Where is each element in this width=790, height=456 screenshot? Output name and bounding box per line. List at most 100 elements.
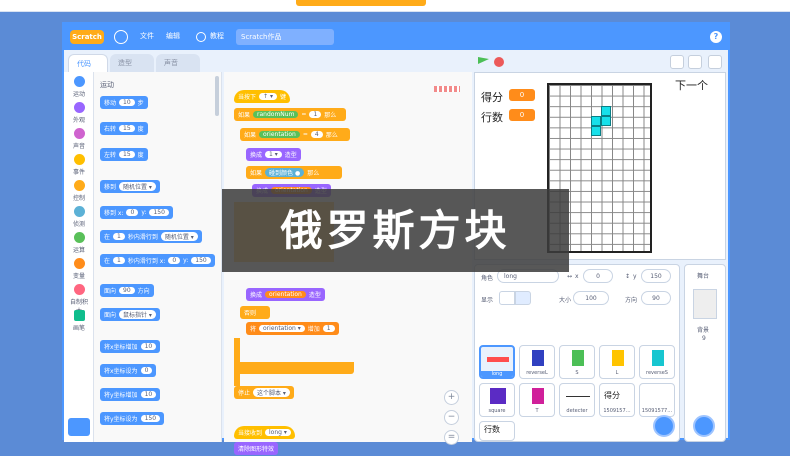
if-block-1[interactable]: 如果 randomNum = 1 那么 — [234, 108, 346, 121]
looks-dot-icon — [73, 102, 85, 113]
zoom-reset-icon[interactable]: = — [444, 430, 459, 445]
category-events[interactable]: 事件 — [68, 154, 90, 176]
sprite-tile-T[interactable]: T — [519, 383, 555, 417]
show-label: 显示 — [481, 297, 494, 304]
sprite-tile-blank[interactable]: 15091577… — [639, 383, 675, 417]
block-go-to-xy[interactable]: 移到 x: 0 y: 150 — [100, 206, 173, 219]
tetromino-cell — [591, 116, 601, 126]
motion-dot-icon — [73, 76, 85, 87]
category-sensing[interactable]: 侦测 — [68, 206, 90, 228]
block-glide-xy[interactable]: 在 1 秒内滑行到 x: 0 y: 150 — [100, 254, 215, 267]
backdrop-thumbnail — [693, 289, 717, 319]
tab-costumes-label: 造型 — [118, 59, 132, 67]
project-title-input[interactable]: Scratch作品 — [236, 29, 334, 45]
when-receive-block[interactable]: 当接收到 long ▾ — [234, 426, 295, 439]
show-eye-icon[interactable] — [499, 291, 515, 305]
category-motion[interactable]: 运动 — [68, 76, 90, 98]
tetromino-cell — [601, 116, 611, 126]
events-dot-icon — [73, 154, 85, 165]
category-label: 事件 — [72, 169, 85, 176]
x-icon: ↔ — [567, 273, 573, 280]
category-looks[interactable]: 外观 — [68, 102, 90, 124]
red-marker — [434, 86, 460, 92]
top-strip — [0, 0, 790, 12]
sprite-tile-S[interactable]: S — [559, 345, 595, 379]
block-change-y[interactable]: 将y坐标增加 10 — [100, 388, 161, 401]
add-extension-button[interactable] — [68, 418, 90, 436]
menu-file[interactable]: 文件 — [140, 31, 154, 41]
stop-block[interactable]: 停止 这个脚本 ▾ — [234, 386, 294, 399]
block-turn-left[interactable]: 左转 15 度 — [100, 148, 148, 161]
zoom-out-icon[interactable]: − — [444, 410, 459, 425]
category-sound[interactable]: 声音 — [68, 128, 90, 150]
green-flag-icon[interactable] — [478, 57, 489, 64]
block-palette: 运动 移动 10 步 右转 15 度 左转 15 度 移到 随机位置 ▾ 移到 x: 0 y: 15… — [94, 72, 222, 442]
palette-scrollbar[interactable] — [215, 76, 219, 116]
variables-dot-icon — [73, 258, 85, 269]
switch-costume-orientation-2[interactable]: 换成 orientation 造型 — [246, 288, 325, 301]
category-label: 画笔 — [72, 325, 85, 332]
lines-sprite-text: 行数 — [484, 425, 500, 434]
sound-dot-icon — [73, 128, 85, 139]
block-turn-right[interactable]: 右转 15 度 — [100, 122, 148, 135]
block-set-x[interactable]: 将x坐标设为 0 — [100, 364, 157, 377]
zoom-in-icon[interactable]: + — [444, 390, 459, 405]
scratch-logo[interactable]: Scratch — [70, 30, 104, 44]
category-label: 侦测 — [72, 221, 85, 228]
sprite-tile-L[interactable]: L — [599, 345, 635, 379]
add-sprite-icon[interactable] — [653, 415, 675, 437]
category-control[interactable]: 控制 — [68, 180, 90, 202]
tab-code-label: 代码 — [77, 60, 91, 68]
change-variable-block[interactable]: 将 orientation ▾ 增加 1 — [246, 322, 339, 335]
detecter-line-icon — [566, 396, 590, 397]
switch-costume-block[interactable]: 换成 1 ▾ 造型 — [246, 148, 301, 161]
small-stage-icon[interactable] — [670, 55, 684, 69]
tab-code[interactable]: 代码 — [68, 54, 108, 72]
c-block-foot — [234, 362, 354, 374]
sprite-tile-reverseS[interactable]: reverseS — [639, 345, 675, 379]
block-glide[interactable]: 在 1 秒内滑行到 随机位置 ▾ — [100, 230, 202, 243]
stage-selector[interactable]: 舞台 背景 9 — [684, 264, 726, 442]
sprite-tile-reverseL[interactable]: reverseL — [519, 345, 555, 379]
score-label: 得分 — [481, 91, 503, 104]
tetromino-cell — [601, 106, 611, 116]
x-input[interactable]: 0 — [583, 269, 613, 283]
block-point-towards[interactable]: 面向 鼠标指针 ▾ — [100, 308, 160, 321]
block-point-direction[interactable]: 面向 90 方向 — [100, 284, 154, 297]
add-backdrop-icon[interactable] — [693, 415, 715, 437]
if-block-2[interactable]: 如果 orientation = 4 那么 — [240, 128, 350, 141]
block-move[interactable]: 移动 10 步 — [100, 96, 148, 109]
block-set-y[interactable]: 将y坐标设为 150 — [100, 412, 165, 425]
when-key-pressed-block[interactable]: 当按下 ↑ ▾ 键 — [234, 90, 290, 103]
globe-icon[interactable] — [114, 30, 128, 44]
sprite-tile-detecter[interactable]: detecter — [559, 383, 595, 417]
if-touching-color-block[interactable]: 如果 碰到颜色 ● 那么 — [246, 166, 342, 179]
category-variables[interactable]: 变量 — [68, 258, 90, 280]
sprite-tile-square[interactable]: square — [479, 383, 515, 417]
sprite-tile-long[interactable]: long — [479, 345, 515, 379]
backdrop-count: 9 — [702, 335, 706, 342]
sprite-tile-lines[interactable]: 行数 — [479, 421, 515, 441]
category-label: 声音 — [72, 143, 85, 150]
sprite-tile-score[interactable]: 得分 1509157… — [599, 383, 635, 417]
y-input[interactable]: 150 — [641, 269, 671, 283]
direction-input[interactable]: 90 — [641, 291, 671, 305]
block-go-to[interactable]: 移到 随机位置 ▾ — [100, 180, 160, 193]
fullscreen-icon[interactable] — [708, 55, 722, 69]
hide-eye-icon[interactable] — [515, 291, 531, 305]
block-change-x[interactable]: 将x坐标增加 10 — [100, 340, 161, 353]
stop-icon[interactable] — [494, 57, 504, 67]
category-label: 外观 — [72, 117, 85, 124]
menu-edit[interactable]: 编辑 — [166, 31, 180, 41]
help-icon[interactable]: ? — [710, 31, 722, 43]
large-stage-icon[interactable] — [688, 55, 702, 69]
category-operators[interactable]: 运算 — [68, 232, 90, 254]
category-pen[interactable]: 画笔 — [68, 310, 90, 332]
tab-sounds[interactable]: 声音 — [156, 54, 200, 72]
size-input[interactable]: 100 — [573, 291, 609, 305]
menu-tutorials[interactable]: 教程 — [210, 31, 224, 41]
menu-bar: Scratch 文件 编辑 教程 Scratch作品 ? — [64, 24, 728, 50]
tab-costumes[interactable]: 造型 — [110, 54, 154, 72]
category-label: 变量 — [72, 273, 85, 280]
clear-effects-block[interactable]: 清除图形特效 — [234, 442, 279, 455]
